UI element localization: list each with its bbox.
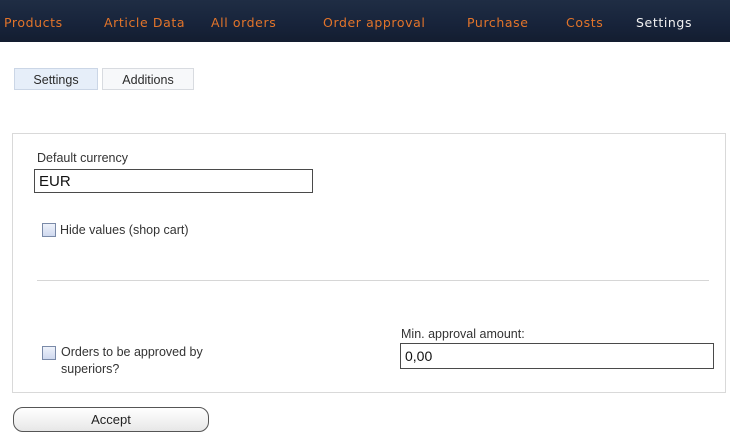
- tab-additions[interactable]: Additions: [102, 68, 194, 90]
- nav-item-article-data[interactable]: Article Data: [104, 15, 185, 30]
- hide-values-checkbox[interactable]: [42, 223, 56, 237]
- nav-item-settings[interactable]: Settings: [636, 15, 692, 30]
- nav-item-products[interactable]: Products: [4, 15, 63, 30]
- orders-approval-label-line2: superiors?: [61, 362, 120, 376]
- default-currency-input[interactable]: [34, 169, 313, 193]
- orders-approval-label-line1: Orders to be approved by: [61, 345, 203, 359]
- section-divider: [37, 280, 709, 281]
- tab-settings[interactable]: Settings: [14, 68, 98, 90]
- min-approval-amount-input[interactable]: [400, 343, 714, 369]
- nav-item-costs[interactable]: Costs: [566, 15, 603, 30]
- settings-panel: Default currency Hide values (shop cart)…: [12, 133, 726, 393]
- hide-values-label: Hide values (shop cart): [60, 223, 189, 237]
- nav-item-order-approval[interactable]: Order approval: [323, 15, 425, 30]
- nav-item-purchase[interactable]: Purchase: [467, 15, 529, 30]
- accept-button[interactable]: Accept: [13, 407, 209, 432]
- orders-approval-checkbox[interactable]: [42, 346, 56, 360]
- nav-item-all-orders[interactable]: All orders: [211, 15, 276, 30]
- min-approval-amount-label: Min. approval amount:: [401, 327, 525, 341]
- top-navigation-bar: Products Article Data All orders Order a…: [0, 0, 730, 42]
- default-currency-label: Default currency: [37, 151, 129, 165]
